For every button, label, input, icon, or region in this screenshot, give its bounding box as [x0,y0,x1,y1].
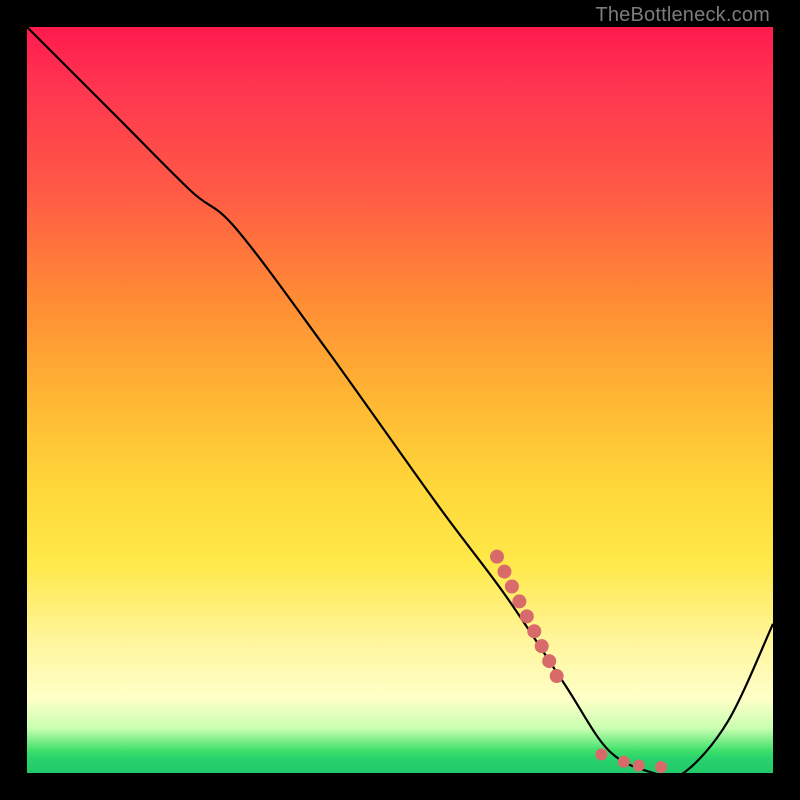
marker-dot [595,748,607,760]
marker-dot [520,609,534,623]
marker-cluster [490,550,667,773]
marker-dot [505,580,519,594]
marker-dot [490,550,504,564]
marker-dot [550,669,564,683]
chart-frame [27,27,773,773]
curve-line [27,27,773,778]
marker-dot [512,594,526,608]
marker-dot [633,760,645,772]
marker-dot [535,639,549,653]
chart-svg [27,27,773,773]
marker-dot [542,654,556,668]
marker-dot [655,761,667,773]
marker-dot [497,565,511,579]
marker-dot [527,624,541,638]
watermark-label: TheBottleneck.com [595,4,770,27]
marker-dot [618,756,630,768]
